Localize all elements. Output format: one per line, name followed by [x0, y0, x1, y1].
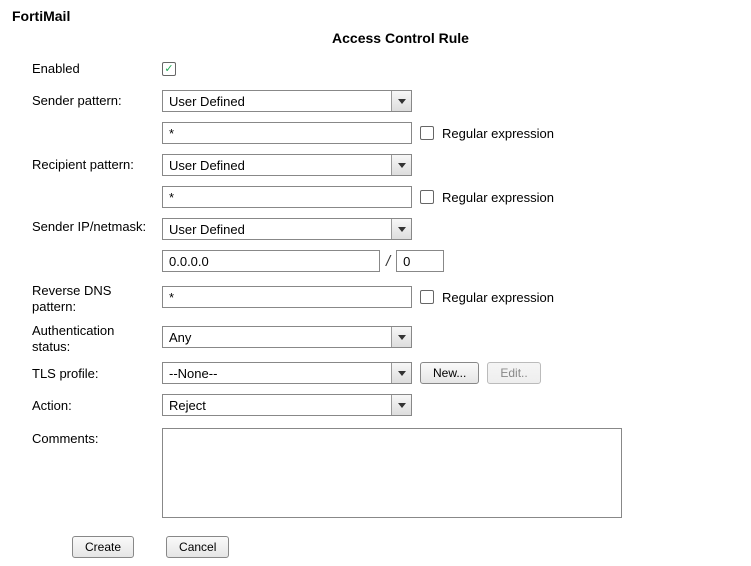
chevron-down-icon [391, 91, 411, 111]
sender-pattern-regex-label: Regular expression [442, 126, 554, 141]
recipient-pattern-regex-label: Regular expression [442, 190, 554, 205]
sender-pattern-regex-checkbox[interactable] [420, 126, 434, 140]
label-reverse-dns: Reverse DNS pattern: [32, 280, 162, 314]
sender-pattern-type-value: User Defined [169, 94, 245, 109]
create-button[interactable]: Create [72, 536, 134, 558]
comments-textarea[interactable] [162, 428, 622, 518]
label-sender-pattern: Sender pattern: [32, 93, 162, 109]
edit-button[interactable]: Edit.. [487, 362, 540, 384]
slash-separator: / [384, 253, 392, 270]
reverse-dns-regex-label: Regular expression [442, 290, 554, 305]
recipient-pattern-input[interactable] [162, 186, 412, 208]
label-enabled: Enabled [32, 61, 162, 77]
label-tls-profile: TLS profile: [32, 366, 162, 382]
sender-netmask-input[interactable] [396, 250, 444, 272]
chevron-down-icon [391, 363, 411, 383]
chevron-down-icon [391, 327, 411, 347]
page-title: Access Control Rule [12, 30, 739, 46]
form: Enabled Sender pattern: User Defined Reg… [12, 56, 739, 558]
tls-profile-value: --None-- [169, 366, 217, 381]
action-select[interactable]: Reject [162, 394, 412, 416]
reverse-dns-regex-checkbox[interactable] [420, 290, 434, 304]
label-recipient-pattern: Recipient pattern: [32, 157, 162, 173]
sender-ip-type-value: User Defined [169, 222, 245, 237]
recipient-pattern-type-value: User Defined [169, 158, 245, 173]
chevron-down-icon [391, 155, 411, 175]
chevron-down-icon [391, 219, 411, 239]
label-auth-status: Authentication status: [32, 320, 162, 354]
action-value: Reject [169, 398, 206, 413]
sender-ip-input[interactable] [162, 250, 380, 272]
sender-pattern-type-select[interactable]: User Defined [162, 90, 412, 112]
app-title: FortiMail [12, 8, 739, 24]
tls-profile-select[interactable]: --None-- [162, 362, 412, 384]
enabled-checkbox[interactable] [162, 62, 176, 76]
auth-status-select[interactable]: Any [162, 326, 412, 348]
label-action: Action: [32, 398, 162, 414]
recipient-pattern-regex-checkbox[interactable] [420, 190, 434, 204]
recipient-pattern-type-select[interactable]: User Defined [162, 154, 412, 176]
reverse-dns-input[interactable] [162, 286, 412, 308]
auth-status-value: Any [169, 330, 191, 345]
sender-pattern-input[interactable] [162, 122, 412, 144]
sender-ip-type-select[interactable]: User Defined [162, 218, 412, 240]
new-button[interactable]: New... [420, 362, 479, 384]
label-sender-ip: Sender IP/netmask: [32, 216, 162, 235]
chevron-down-icon [391, 395, 411, 415]
label-comments: Comments: [32, 428, 162, 447]
cancel-button[interactable]: Cancel [166, 536, 229, 558]
